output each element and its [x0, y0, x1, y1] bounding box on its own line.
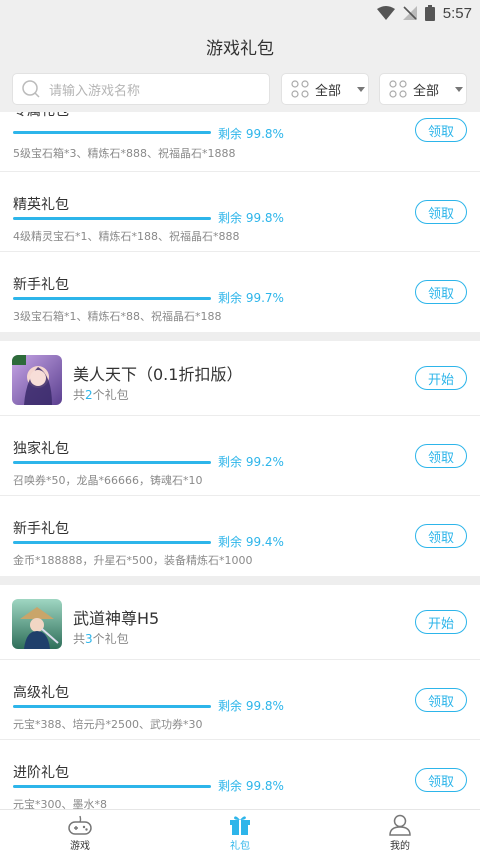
gift-row: 专属礼包 剩余 99.8% 5级宝石箱*3、精炼石*888、祝福晶石*1888 … — [0, 112, 480, 172]
title-bar: 游戏礼包 — [0, 26, 480, 66]
game-header[interactable]: 武道神尊H5 共3个礼包 开始 — [0, 585, 480, 660]
search-placeholder: 请输入游戏名称 — [49, 83, 141, 99]
search-input[interactable]: 请输入游戏名称 — [12, 73, 270, 105]
gift-description: 元宝*300、墨水*8 — [13, 798, 107, 809]
game-icon-wudaoshenzun — [12, 599, 62, 649]
gift-row: 精英礼包 剩余 99.8% 4级精灵宝石*1、精炼石*188、祝福晶石*888 … — [0, 172, 480, 252]
caret-down-icon — [357, 86, 366, 92]
nav-item-profile[interactable]: 我的 — [320, 810, 480, 854]
filter-label: 全部 — [315, 83, 342, 99]
caret-down-icon — [455, 86, 464, 92]
gift-name: 新手礼包 — [13, 277, 69, 293]
start-button[interactable]: 开始 — [415, 610, 467, 634]
gift-icon — [230, 816, 250, 835]
remaining-text: 剩余 99.8% — [218, 127, 284, 141]
gift-count: 共2个礼包 — [73, 388, 129, 402]
game-header[interactable]: 美人天下（0.1折扣版） 共2个礼包 开始 — [0, 341, 480, 416]
gift-name: 专属礼包 — [13, 112, 69, 120]
gamepad-icon — [68, 815, 92, 835]
battery-icon — [424, 5, 435, 21]
bottom-nav: 游戏 礼包 我的 — [0, 809, 480, 854]
gift-description: 3级宝石箱*1、精炼石*88、祝福晶石*188 — [13, 310, 222, 323]
remaining-bar — [13, 217, 211, 220]
section-divider — [0, 332, 480, 341]
claim-button[interactable]: 领取 — [415, 768, 467, 792]
nav-label: 我的 — [390, 841, 410, 852]
remaining-bar — [13, 541, 211, 544]
gift-count: 共3个礼包 — [73, 632, 129, 646]
claim-button[interactable]: 领取 — [415, 524, 467, 548]
gift-row: 高级礼包 剩余 99.8% 元宝*388、培元丹*2500、武功券*30 领取 — [0, 660, 480, 740]
no-signal-icon — [402, 6, 417, 20]
gift-row: 独家礼包 剩余 99.2% 召唤券*50，龙晶*66666，铸魂石*10 领取 — [0, 416, 480, 496]
page-title: 游戏礼包 — [206, 38, 274, 59]
filter-dropdown-1[interactable]: 全部 — [281, 73, 369, 105]
gift-name: 进阶礼包 — [13, 765, 69, 781]
remaining-bar — [13, 705, 211, 708]
gift-description: 元宝*388、培元丹*2500、武功券*30 — [13, 718, 203, 731]
gift-row: 新手礼包 剩余 99.7% 3级宝石箱*1、精炼石*88、祝福晶石*188 领取 — [0, 252, 480, 332]
remaining-text: 剩余 99.2% — [218, 455, 284, 469]
game-icon-meirentianxia — [12, 355, 62, 405]
filter-dropdown-2[interactable]: 全部 — [379, 73, 467, 105]
remaining-bar — [13, 461, 211, 464]
search-filter-row: 请输入游戏名称 全部 全部 — [0, 66, 480, 112]
grid-icon — [389, 80, 407, 98]
game-title: 武道神尊H5 — [73, 609, 160, 628]
gift-description: 召唤券*50，龙晶*66666，铸魂石*10 — [13, 474, 203, 487]
gift-name: 独家礼包 — [13, 441, 69, 457]
app-screen: 5:57 游戏礼包 请输入游戏名称 全部 全部 专属礼包 剩余 99. — [0, 0, 480, 854]
gift-row: 新手礼包 剩余 99.4% 金币*188888，升星石*500，装备精炼石*10… — [0, 496, 480, 576]
filter-label: 全部 — [413, 83, 440, 99]
gift-description: 5级宝石箱*3、精炼石*888、祝福晶石*1888 — [13, 147, 236, 160]
claim-button[interactable]: 领取 — [415, 280, 467, 304]
gift-list[interactable]: 专属礼包 剩余 99.8% 5级宝石箱*3、精炼石*888、祝福晶石*1888 … — [0, 112, 480, 809]
user-icon — [389, 814, 411, 836]
nav-label: 礼包 — [230, 841, 250, 852]
nav-item-gifts[interactable]: 礼包 — [160, 810, 320, 854]
remaining-bar — [13, 297, 211, 300]
gift-name: 新手礼包 — [13, 521, 69, 537]
gift-description: 金币*188888，升星石*500，装备精炼石*1000 — [13, 554, 253, 567]
status-time: 5:57 — [442, 4, 472, 22]
remaining-text: 剩余 99.8% — [218, 699, 284, 713]
remaining-bar — [13, 785, 211, 788]
remaining-text: 剩余 99.8% — [218, 211, 284, 225]
claim-button[interactable]: 领取 — [415, 688, 467, 712]
game-title: 美人天下（0.1折扣版） — [73, 365, 243, 384]
gift-description: 4级精灵宝石*1、精炼石*188、祝福晶石*888 — [13, 230, 240, 243]
claim-button[interactable]: 领取 — [415, 444, 467, 468]
nav-label: 游戏 — [70, 841, 90, 852]
wifi-icon — [376, 6, 395, 20]
remaining-bar — [13, 131, 211, 134]
status-bar: 5:57 — [0, 0, 480, 26]
remaining-text: 剩余 99.7% — [218, 291, 284, 305]
gift-name: 高级礼包 — [13, 685, 69, 701]
section-divider — [0, 576, 480, 585]
gift-name: 精英礼包 — [13, 197, 69, 213]
start-button[interactable]: 开始 — [415, 366, 467, 390]
gift-row: 进阶礼包 剩余 99.8% 元宝*300、墨水*8 领取 — [0, 740, 480, 809]
remaining-text: 剩余 99.8% — [218, 779, 284, 793]
search-icon — [22, 80, 40, 98]
nav-item-games[interactable]: 游戏 — [0, 810, 160, 854]
claim-button[interactable]: 领取 — [415, 200, 467, 224]
remaining-text: 剩余 99.4% — [218, 535, 284, 549]
claim-button[interactable]: 领取 — [415, 118, 467, 142]
grid-icon — [291, 80, 309, 98]
